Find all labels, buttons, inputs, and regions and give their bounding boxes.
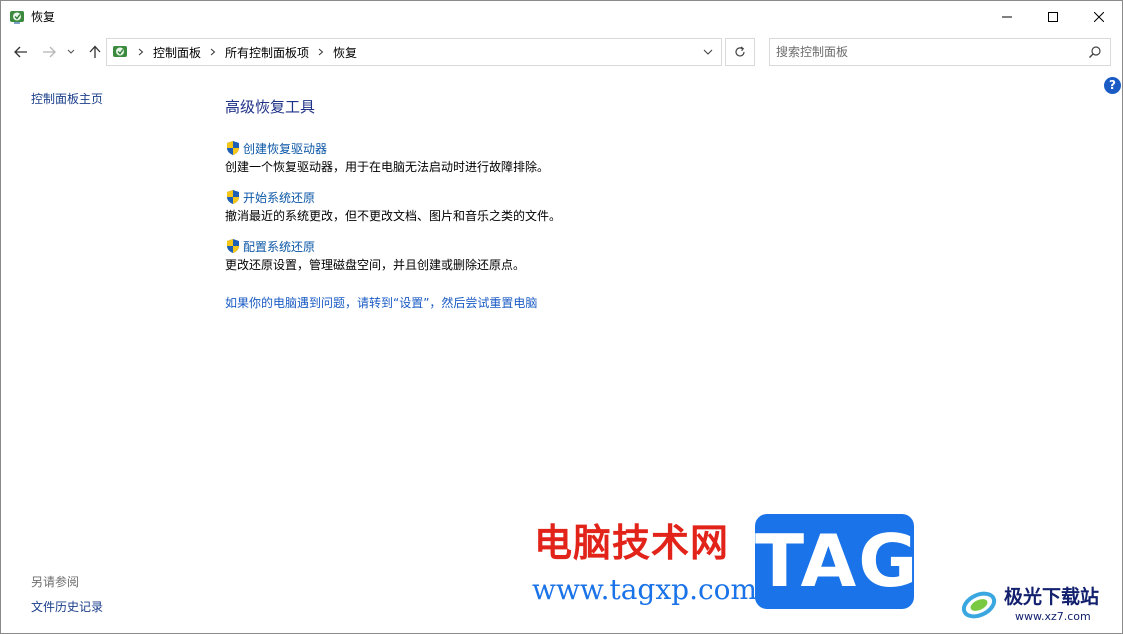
search-icon[interactable] [1088,45,1102,59]
create-recovery-drive-link[interactable]: 创建恢复驱动器 [225,140,549,156]
task-label[interactable]: 配置系统还原 [243,238,315,255]
arrow-right-icon [43,46,56,58]
chevron-right-icon[interactable] [313,39,329,65]
address-dropdown-button[interactable] [701,45,715,59]
arrow-up-icon [89,45,101,58]
page-title: 高级恢复工具 [225,98,316,116]
watermark-site-name: 电脑技术网 [534,521,730,565]
task-configure-system-restore: 配置系统还原 更改还原设置，管理磁盘空间，并且创建或删除还原点。 [225,238,525,273]
refresh-button[interactable] [725,38,755,66]
breadcrumb-control-panel[interactable]: 控制面板 [149,44,205,61]
uac-shield-icon [227,239,239,253]
maximize-icon [1048,11,1058,22]
chevron-right-icon [133,39,149,65]
watermark-site-url: www.tagxp.com [532,573,758,606]
control-panel-icon [112,44,128,60]
minimize-icon [1002,16,1012,17]
maximize-button[interactable] [1030,1,1076,32]
chevron-down-icon [703,49,713,55]
control-panel-window: 恢复 控制面板 所有控制面板项 恢复 搜索控制面板 ? 控制面板主页 另请参阅 … [0,0,1123,634]
see-also-heading: 另请参阅 [31,575,80,589]
task-label[interactable]: 开始系统还原 [243,189,315,206]
back-button[interactable] [11,41,31,63]
watermark-tag-logo: TAG [755,514,917,609]
arrow-left-icon [14,46,27,58]
start-system-restore-link[interactable]: 开始系统还原 [225,189,561,205]
navigation-bar: 控制面板 所有控制面板项 恢复 [1,32,1122,72]
watermark-xz-url: www.xz7.com [1015,610,1091,623]
chevron-down-icon [67,49,75,54]
task-start-system-restore: 开始系统还原 撤消最近的系统更改，但不更改文档、图片和音乐之类的文件。 [225,189,561,224]
chevron-right-icon[interactable] [205,39,221,65]
search-input[interactable] [776,43,1076,61]
minimize-button[interactable] [984,1,1030,32]
task-description: 撤消最近的系统更改，但不更改文档、图片和音乐之类的文件。 [225,209,562,223]
refresh-icon [735,46,745,57]
configure-system-restore-link[interactable]: 配置系统还原 [225,238,525,254]
up-button[interactable] [85,41,105,63]
recovery-icon [9,9,25,25]
breadcrumb: 控制面板 所有控制面板项 恢复 [133,39,361,65]
window-title: 恢复 [31,10,56,24]
reset-pc-link[interactable]: 如果你的电脑遇到问题，请转到“设置”，然后尝试重置电脑 [225,294,537,311]
address-bar[interactable]: 控制面板 所有控制面板项 恢复 [106,38,722,66]
title-bar: 恢复 [1,1,1122,32]
breadcrumb-recovery[interactable]: 恢复 [329,44,361,61]
help-button[interactable]: ? [1104,77,1121,94]
uac-shield-icon [227,190,239,204]
close-icon [1094,11,1104,22]
recent-locations-button[interactable] [64,41,78,63]
aurora-logo-icon [961,591,997,619]
close-button[interactable] [1076,1,1122,32]
task-description: 创建一个恢复驱动器，用于在电脑无法启动时进行故障排除。 [225,160,550,174]
uac-shield-icon [227,141,239,155]
file-history-link[interactable]: 文件历史记录 [31,598,103,615]
task-description: 更改还原设置，管理磁盘空间，并且创建或删除还原点。 [225,258,526,272]
watermark-xz-name: 极光下载站 [1004,586,1100,608]
task-label[interactable]: 创建恢复驱动器 [243,140,327,157]
breadcrumb-all-items[interactable]: 所有控制面板项 [221,44,313,61]
task-create-recovery-drive: 创建恢复驱动器 创建一个恢复驱动器，用于在电脑无法启动时进行故障排除。 [225,140,549,175]
control-panel-home-link[interactable]: 控制面板主页 [31,90,103,107]
forward-button[interactable] [39,41,59,63]
search-box[interactable] [769,38,1111,66]
